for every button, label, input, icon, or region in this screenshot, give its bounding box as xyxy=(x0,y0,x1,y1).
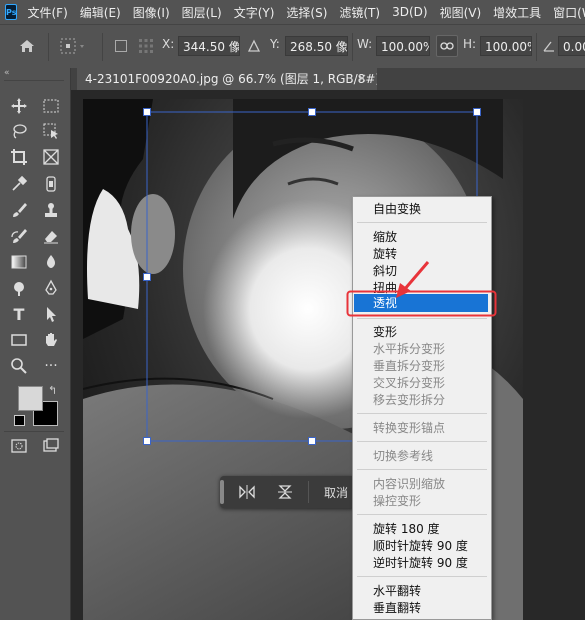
transform-handle-left[interactable] xyxy=(143,273,151,281)
menu-item-toggle-reference[interactable]: 切换参考线 xyxy=(373,448,433,464)
menu-item-content-aware-scale[interactable]: 内容识别缩放 xyxy=(373,476,445,492)
cancel-button[interactable]: 取消 xyxy=(324,484,348,501)
menu-item-flip-vertical[interactable]: 垂直翻转 xyxy=(373,600,421,616)
menu-separator xyxy=(357,469,487,470)
menu-item-flip-horizontal[interactable]: 水平翻转 xyxy=(373,583,421,599)
menu-item-perspective[interactable]: 透视 xyxy=(373,295,397,311)
transform-handle-top-left[interactable] xyxy=(143,108,151,116)
menu-item-warp[interactable]: 变形 xyxy=(373,324,397,340)
menu-item-scale[interactable]: 缩放 xyxy=(373,229,397,245)
transform-handle-top-right[interactable] xyxy=(473,108,481,116)
transform-handle-bottom-left[interactable] xyxy=(143,437,151,445)
menu-item-rotate-180[interactable]: 旋转 180 度 xyxy=(373,521,440,537)
transform-handle-bottom[interactable] xyxy=(308,437,316,445)
divider xyxy=(308,481,309,503)
menu-item-split-vertical[interactable]: 垂直拆分变形 xyxy=(373,358,445,374)
menu-item-free-transform[interactable]: 自由变换 xyxy=(373,201,421,217)
menu-separator xyxy=(357,318,487,319)
menu-item-skew[interactable]: 斜切 xyxy=(373,263,397,279)
transform-bounding-box xyxy=(143,108,481,445)
transform-handle-top[interactable] xyxy=(308,108,316,116)
menu-separator xyxy=(357,514,487,515)
menu-item-rotate-90-cw[interactable]: 顺时针旋转 90 度 xyxy=(373,538,468,554)
flip-horizontal-icon[interactable] xyxy=(238,484,256,504)
menu-item-rotate[interactable]: 旋转 xyxy=(373,246,397,262)
menu-separator xyxy=(357,441,487,442)
menu-separator xyxy=(357,222,487,223)
menu-item-convert-anchor[interactable]: 转换变形锚点 xyxy=(373,420,445,436)
menu-item-puppet-warp[interactable]: 操控变形 xyxy=(373,493,421,509)
menu-item-remove-split[interactable]: 移去变形拆分 xyxy=(373,392,445,408)
menu-separator xyxy=(357,576,487,577)
contextual-task-bar: 取消 xyxy=(220,476,355,508)
taskbar-grip-icon[interactable] xyxy=(220,480,224,504)
transform-context-menu: 自由变换 缩放 旋转 斜切 扭曲 透视 变形 水平拆分变形 垂直拆分变形 交叉拆… xyxy=(352,196,492,620)
menu-item-rotate-90-ccw[interactable]: 逆时针旋转 90 度 xyxy=(373,555,468,571)
flip-vertical-icon[interactable] xyxy=(276,484,294,504)
menu-item-split-cross[interactable]: 交叉拆分变形 xyxy=(373,375,445,391)
menu-item-split-horizontal[interactable]: 水平拆分变形 xyxy=(373,341,445,357)
menu-separator xyxy=(357,413,487,414)
